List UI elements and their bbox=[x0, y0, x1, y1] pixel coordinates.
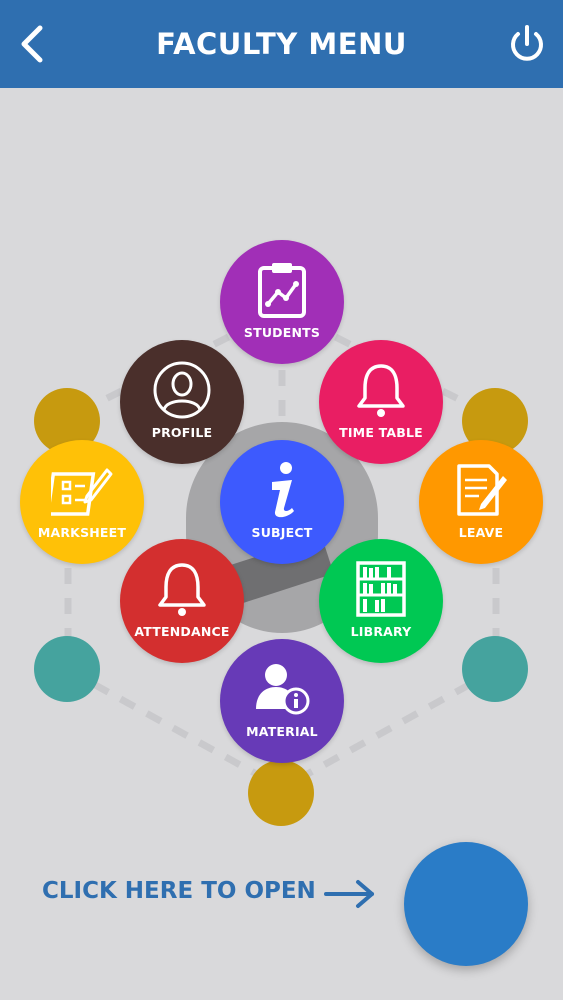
info-icon bbox=[251, 459, 313, 521]
menu-item-marksheet[interactable]: MARKSHEET bbox=[20, 440, 144, 564]
menu-item-material[interactable]: MATERIAL bbox=[220, 639, 344, 763]
menu-item-subject[interactable]: SUBJECT bbox=[220, 440, 344, 564]
menu-item-label: MARKSHEET bbox=[37, 524, 127, 540]
user-outline-icon bbox=[151, 359, 213, 421]
arrow-right-icon bbox=[324, 880, 374, 908]
power-icon bbox=[511, 25, 543, 61]
menu-item-profile[interactable]: PROFILE bbox=[120, 340, 244, 464]
menu-item-time-table[interactable]: TIME TABLE bbox=[319, 340, 443, 464]
clipboard-chart-icon bbox=[251, 259, 313, 321]
menu-item-students[interactable]: STUDENTS bbox=[220, 240, 344, 364]
bell-icon bbox=[350, 359, 412, 421]
menu-item-label: ATTENDANCE bbox=[134, 623, 230, 639]
open-menu-button[interactable] bbox=[404, 842, 528, 966]
bookshelf-icon bbox=[350, 558, 412, 620]
decor-circle bbox=[248, 760, 314, 826]
user-info-icon bbox=[251, 658, 313, 720]
decor-circle bbox=[462, 636, 528, 702]
chevron-left-icon bbox=[21, 25, 43, 63]
bell-icon bbox=[151, 558, 213, 620]
menu-item-label: SUBJECT bbox=[251, 524, 313, 540]
power-button[interactable] bbox=[505, 22, 549, 66]
menu-item-label: TIME TABLE bbox=[339, 424, 423, 440]
menu-item-label: MATERIAL bbox=[246, 723, 318, 739]
open-prompt-text: CLICK HERE TO OPEN bbox=[42, 878, 316, 904]
app-header: FACULTY MENU bbox=[0, 0, 563, 88]
menu-item-label: PROFILE bbox=[151, 424, 213, 440]
checklist-icon bbox=[51, 459, 113, 521]
page-title: FACULTY MENU bbox=[156, 27, 407, 61]
back-button[interactable] bbox=[14, 22, 54, 66]
document-pen-icon bbox=[450, 459, 512, 521]
menu-item-library[interactable]: LIBRARY bbox=[319, 539, 443, 663]
menu-item-label: STUDENTS bbox=[243, 324, 321, 340]
decor-circle bbox=[34, 636, 100, 702]
menu-item-label: LEAVE bbox=[458, 524, 504, 540]
menu-item-leave[interactable]: LEAVE bbox=[419, 440, 543, 564]
menu-item-label: LIBRARY bbox=[350, 623, 412, 639]
menu-item-attendance[interactable]: ATTENDANCE bbox=[120, 539, 244, 663]
